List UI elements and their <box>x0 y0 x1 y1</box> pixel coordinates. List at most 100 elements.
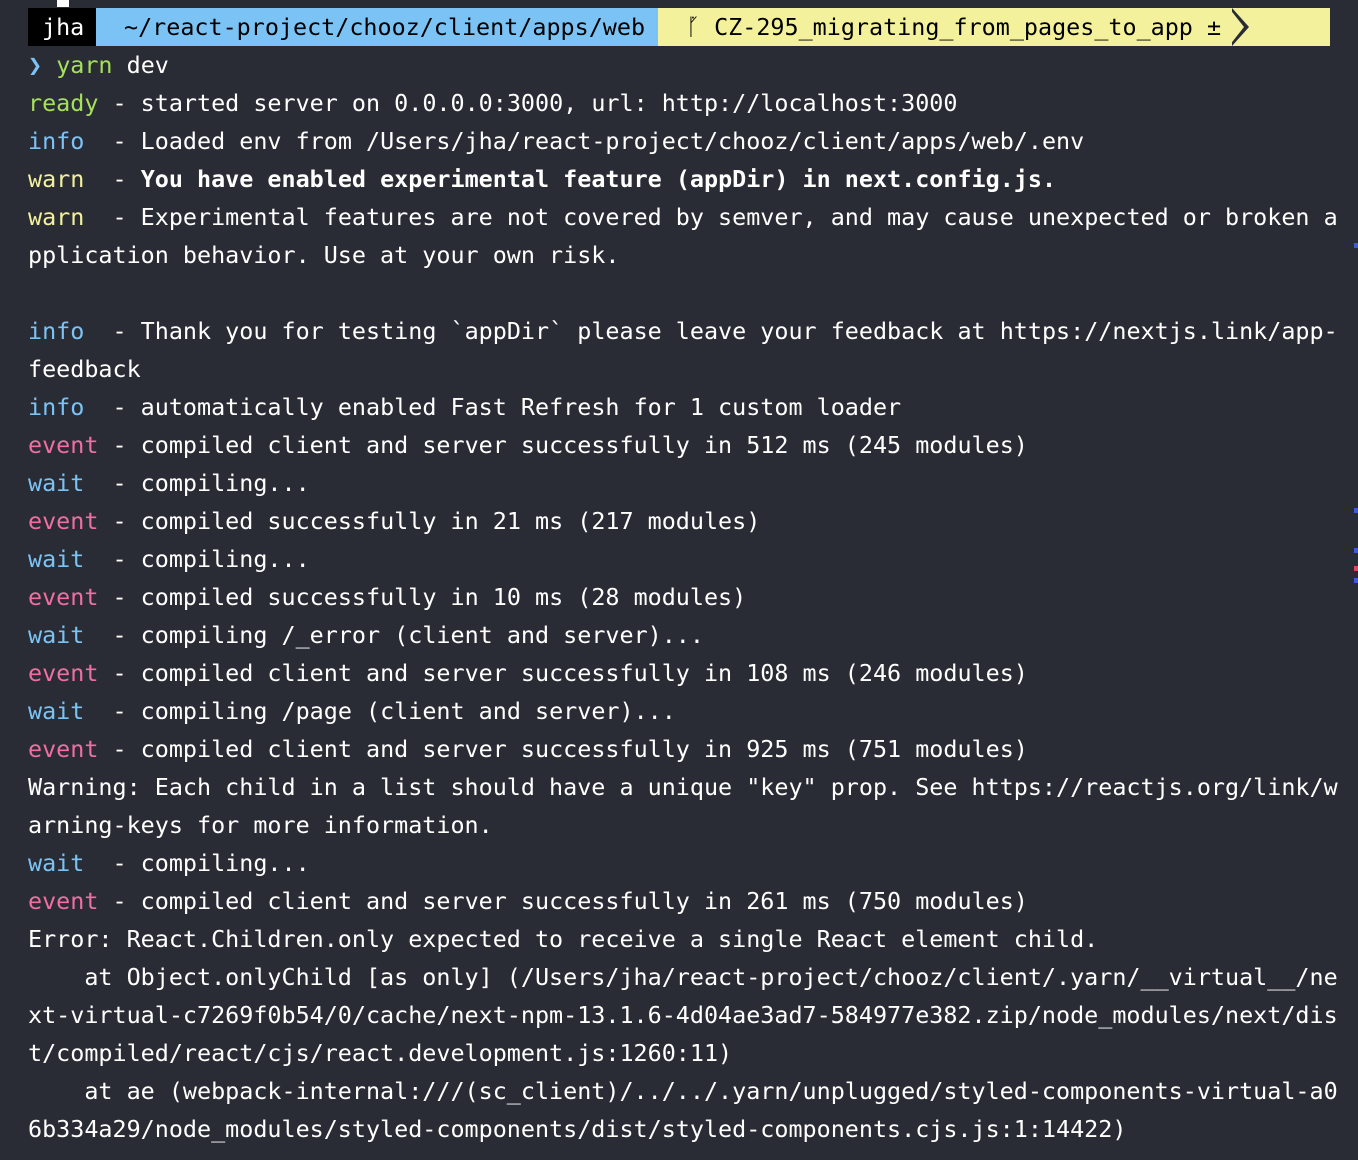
log-line: at ae (webpack-internal:///(sc_client)/.… <box>28 1072 1337 1110</box>
prompt-end-segment <box>1256 8 1330 46</box>
log-line-continuation: arning-keys for more information. <box>28 811 493 839</box>
log-message-bold: You have enabled experimental feature (a… <box>140 165 1057 193</box>
log-padding <box>84 203 112 231</box>
log-padding <box>98 735 112 763</box>
scroll-mark <box>1354 566 1358 571</box>
log-line: event - compiled successfully in 10 ms (… <box>28 578 1330 616</box>
log-message: - Experimental features are not covered … <box>112 203 1338 231</box>
log-level-wait: wait <box>28 545 85 573</box>
log-line: info - automatically enabled Fast Refres… <box>28 388 1330 426</box>
log-line-continuation: 6b334a29/node_modules/styled-components/… <box>28 1115 1127 1143</box>
log-level-event: event <box>28 659 99 687</box>
log-line-continuation: xt-virtual-c7269f0b54/0/cache/next-npm-1… <box>28 1001 1338 1029</box>
log-padding <box>98 583 112 611</box>
log-message: - <box>112 165 141 193</box>
log-level-info: info <box>28 127 85 155</box>
log-level-info: info <box>28 317 85 345</box>
log-level-wait: wait <box>28 469 85 497</box>
log-level-ready: ready <box>28 89 99 117</box>
log-padding <box>98 887 112 915</box>
log-padding <box>84 317 112 345</box>
log-level-wait: wait <box>28 621 85 649</box>
log-message: Error: React.Children.only expected to r… <box>28 925 1099 953</box>
log-level-warn: warn <box>28 165 85 193</box>
log-line: ready - started server on 0.0.0.0:3000, … <box>28 84 1330 122</box>
log-line: at Object.onlyChild [as only] (/Users/jh… <box>28 958 1337 996</box>
log-padding <box>84 469 112 497</box>
log-line: wait - compiling /_error (client and ser… <box>28 616 1330 654</box>
log-padding <box>84 621 112 649</box>
log-level-wait: wait <box>28 849 85 877</box>
log-line: event - compiled client and server succe… <box>28 426 1330 464</box>
log-line: wait - compiling... <box>28 464 1330 502</box>
log-padding <box>98 507 112 535</box>
prompt-git-segment: ᚵ CZ-295_migrating_from_pages_to_app ± <box>658 8 1256 46</box>
log-line-continuation: t/compiled/react/cjs/react.development.j… <box>28 1039 733 1067</box>
log-level-event: event <box>28 735 99 763</box>
log-level-event: event <box>28 507 99 535</box>
terminal-window[interactable]: jha ~/react-project/chooz/client/apps/we… <box>0 0 1358 1160</box>
command-args: dev <box>126 51 169 79</box>
log-line: info - Loaded env from /Users/jha/react-… <box>28 122 1330 160</box>
previous-cursor <box>57 0 69 7</box>
prompt-bar: jha ~/react-project/chooz/client/apps/we… <box>28 8 1330 46</box>
log-line: wait - compiling... <box>28 540 1330 578</box>
log-level-event: event <box>28 887 99 915</box>
log-message: - compiled client and server successfull… <box>112 659 1028 687</box>
prompt-user: jha <box>28 8 96 46</box>
log-message: - Thank you for testing `appDir` please … <box>112 317 1338 345</box>
log-line: wait - compiling /page (client and serve… <box>28 692 1330 730</box>
git-branch-icon: ᚵ <box>686 13 701 41</box>
log-message: - compiled client and server successfull… <box>112 887 1028 915</box>
scroll-mark <box>1354 548 1358 553</box>
log-line: event - compiled client and server succe… <box>28 882 1330 920</box>
log-level-event: event <box>28 431 99 459</box>
log-line: wait - compiling... <box>28 844 1330 882</box>
log-padding <box>84 697 112 725</box>
prompt-chevron-icon: ❯ <box>28 51 43 79</box>
log-line-continuation: pplication behavior. Use at your own ris… <box>28 241 620 269</box>
log-message: - started server on 0.0.0.0:3000, url: h… <box>112 89 958 117</box>
log-padding <box>98 431 112 459</box>
log-message: at Object.onlyChild [as only] (/Users/jh… <box>28 963 1338 991</box>
log-padding <box>84 165 112 193</box>
scrollbar-markers <box>1352 0 1358 1160</box>
log-message: Warning: Each child in a list should hav… <box>28 773 1338 801</box>
log-message: at ae (webpack-internal:///(sc_client)/.… <box>28 1077 1338 1105</box>
terminal-output: ❯ yarn dev ready - started server on 0.0… <box>28 46 1338 1148</box>
log-line: warn - You have enabled experimental fea… <box>28 160 1330 198</box>
log-message: - compiling... <box>112 469 310 497</box>
log-message: - compiling... <box>112 545 310 573</box>
log-message: - compiling... <box>112 849 310 877</box>
log-message: - compiling /page (client and server)... <box>112 697 676 725</box>
log-level-event: event <box>28 583 99 611</box>
command-line: ❯ yarn dev <box>28 46 1330 84</box>
log-padding <box>84 545 112 573</box>
log-message: - compiled successfully in 21 ms (217 mo… <box>112 507 761 535</box>
log-message: - compiled client and server successfull… <box>112 431 1028 459</box>
scroll-mark <box>1354 508 1358 513</box>
log-padding <box>84 127 112 155</box>
log-line: event - compiled client and server succe… <box>28 730 1330 768</box>
prompt-dirty-marker: ± <box>1207 13 1222 41</box>
scroll-mark <box>1354 578 1358 583</box>
log-message: - compiled successfully in 10 ms (28 mod… <box>112 583 747 611</box>
log-line: event - compiled client and server succe… <box>28 654 1330 692</box>
log-line: info - Thank you for testing `appDir` pl… <box>28 312 1338 350</box>
log-padding <box>98 659 112 687</box>
log-level-warn: warn <box>28 203 85 231</box>
command-program: yarn <box>56 51 113 79</box>
log-padding <box>84 393 112 421</box>
log-line-continuation: feedback <box>28 355 141 383</box>
log-message: - compiled client and server successfull… <box>112 735 1028 763</box>
log-line: Error: React.Children.only expected to r… <box>28 920 1330 958</box>
log-level-info: info <box>28 393 85 421</box>
prompt-separator <box>1229 8 1244 46</box>
log-line: event - compiled successfully in 21 ms (… <box>28 502 1330 540</box>
log-padding <box>98 89 112 117</box>
log-line: Warning: Each child in a list should hav… <box>28 768 1338 806</box>
prompt-branch: CZ-295_migrating_from_pages_to_app <box>714 13 1193 41</box>
log-message: - compiling /_error (client and server).… <box>112 621 704 649</box>
prompt-path: ~/react-project/chooz/client/apps/web <box>96 8 658 46</box>
